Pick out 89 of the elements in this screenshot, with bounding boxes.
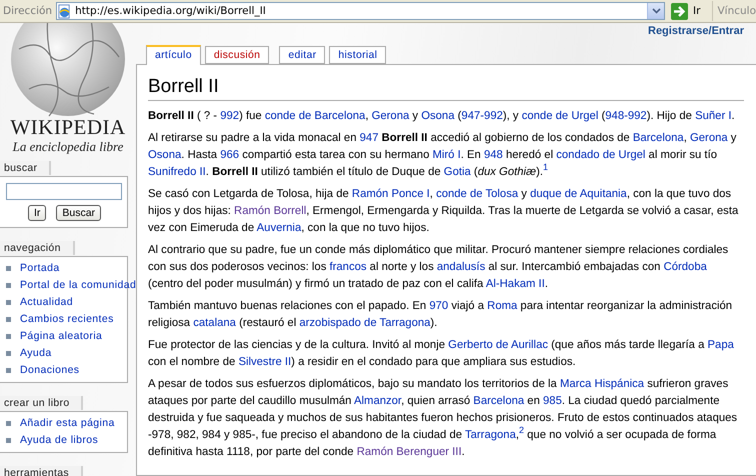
article-link[interactable]: 947 bbox=[360, 132, 378, 144]
bullet-icon bbox=[6, 421, 11, 426]
sidebar-link[interactable]: Ayuda de libros bbox=[20, 433, 98, 448]
article-link[interactable]: Roma bbox=[487, 300, 518, 312]
bullet-icon bbox=[6, 438, 11, 443]
go-button[interactable]: Ir bbox=[669, 1, 714, 21]
article-link[interactable]: Tarragona bbox=[464, 429, 516, 441]
article-link[interactable]: Osona bbox=[148, 149, 182, 161]
footnote-link[interactable]: 2 bbox=[519, 425, 524, 436]
article-link[interactable]: Gerona bbox=[372, 110, 410, 122]
bullet-icon bbox=[6, 334, 11, 339]
page-tab[interactable]: discusión bbox=[204, 46, 270, 64]
sidebar-link[interactable]: Actualidad bbox=[20, 295, 74, 310]
article-link[interactable]: Papa bbox=[708, 339, 734, 351]
article-paragraph: Borrell II ( ? - 992) fue conde de Barcelona, Gerona y Osona (947-992), y conde de Urgel (948-992). Hijo de Suñer I. bbox=[148, 109, 736, 124]
article-paragraph: También mantuvo buenas relaciones con el papado. En 970 viajó a Roma para intentar reorganizar la administración religiosa catalana (restauró el arzobispado de Tarragona). bbox=[148, 299, 734, 331]
article-paragraph: Se casó con Letgarda de Tolosa, hija de Ramón Ponce I, conde de Tolosa y duque de Aquitania, con la que tuvo dos hijos y dos hijas: Ramón Borrell, Ermengol, Ermengarda y Riquilda. Tras la muerte de Letgarda se volvió a casar, esta vez con Eimeruda de Auvernia, con la que no tuvo hijos. bbox=[148, 187, 740, 236]
article-link[interactable]: Sunifredo II bbox=[148, 166, 206, 178]
bullet-icon bbox=[6, 300, 11, 305]
article-link[interactable]: Miró I bbox=[432, 149, 461, 161]
footnote-link[interactable]: 1 bbox=[543, 162, 548, 172]
page-tab[interactable]: editar bbox=[279, 46, 326, 64]
article-link[interactable]: Barcelona bbox=[473, 395, 524, 407]
bullet-icon bbox=[6, 317, 11, 322]
article-link[interactable]: arzobispado de Tarragona bbox=[299, 317, 430, 329]
article-link[interactable]: 970 bbox=[429, 300, 448, 312]
article-link[interactable]: Ramón Ponce I bbox=[352, 188, 430, 200]
article-link[interactable]: Auvernia bbox=[256, 222, 302, 234]
article-link[interactable]: andalusís bbox=[436, 261, 486, 273]
chevron-down-icon bbox=[652, 8, 661, 14]
sidebar-link[interactable]: Ayuda bbox=[20, 346, 52, 361]
article-link[interactable]: Gerberto de Aurillac bbox=[448, 339, 548, 351]
article-link[interactable]: francos bbox=[329, 261, 367, 273]
login-link[interactable]: Registrarse/Entrar bbox=[648, 25, 744, 38]
article-paragraph: Al contrario que su padre, fue un conde más diplomático que militar. Procuró mantener siempre relaciones cordiales con sus dos poderosos vecinos: los francos al norte y los andalusís al sur. Intercambió embajadas con Córdoba (centro del poder musulmán) y firmó un tratado de paz con el califa Al-Hakam II. bbox=[148, 243, 730, 292]
article-link[interactable]: conde de Barcelona bbox=[264, 110, 366, 122]
puzzle-globe-icon bbox=[9, 23, 127, 119]
sidebar-link[interactable]: Portada bbox=[20, 261, 60, 276]
bullet-icon bbox=[6, 351, 11, 356]
article-link[interactable]: Ramón Borrell bbox=[234, 205, 306, 217]
article-link[interactable]: Gerona bbox=[690, 132, 728, 144]
article-link[interactable]: duque de Aquitania bbox=[530, 188, 627, 200]
article-title: Borrell II bbox=[148, 76, 744, 101]
article-link[interactable]: Al-Hakam II bbox=[486, 278, 545, 290]
article-link[interactable]: conde de Tolosa bbox=[436, 188, 518, 200]
bullet-icon bbox=[6, 283, 11, 288]
portlet-heading: herramientas bbox=[0, 466, 83, 476]
dropdown-button[interactable] bbox=[647, 3, 664, 19]
article-link[interactable]: Gotia bbox=[444, 166, 471, 178]
article-link[interactable]: 947-992 bbox=[461, 110, 503, 122]
logo-tagline: La enciclopedia libre bbox=[12, 139, 124, 154]
article-link[interactable]: Barcelona bbox=[632, 132, 684, 144]
article-paragraph: Al retirarse su padre a la vida monacal en 947 Borrell II accedió al gobierno de los condados de Barcelona, Gerona y Osona. Hasta 966 compartió esta tarea con su hermano Miró I. En 948 heredó el condado de Urgel al morir su tío Sunifredo II. Borrell II utilizó también el título de Duque de Gotia (dux Gothiæ).$^{1}$ bbox=[148, 131, 738, 180]
search-field[interactable] bbox=[6, 183, 122, 200]
bullet-icon bbox=[6, 368, 11, 373]
arrow-right-icon bbox=[671, 2, 688, 20]
sidebar-link[interactable]: Portal de la comunidad bbox=[20, 278, 136, 293]
sidebar-link[interactable]: Página aleatoria bbox=[20, 329, 102, 344]
article-link[interactable]: Silvestre II bbox=[238, 356, 292, 368]
article-link[interactable]: 948-992 bbox=[605, 110, 647, 122]
article-link[interactable]: Córdoba bbox=[664, 261, 707, 273]
search-button[interactable]: Buscar bbox=[56, 205, 102, 221]
sidebar-link[interactable]: Añadir esta página bbox=[20, 416, 115, 431]
article-link[interactable]: conde de Urgel bbox=[522, 110, 598, 122]
address-label: Dirección bbox=[3, 5, 52, 17]
search-button[interactable]: Ir bbox=[28, 205, 46, 221]
sidebar-link[interactable]: Cambios recientes bbox=[20, 312, 114, 327]
portlet-heading: crear un libro bbox=[0, 396, 84, 410]
wikipedia-wordmark: WIKIPEDIA bbox=[10, 115, 126, 139]
article-link[interactable]: 985 bbox=[543, 395, 562, 407]
article-paragraph: A pesar de todos sus esfuerzos diplomáticos, bajo su mandato los territorios de la Marca Hispánica sufrieron graves ataques por parte del caudillo musulmán Almanzor, quien arrasó Barcelona en 985. La ciudad quedó parcialmente destruida y fue saqueada y muchos de sus habitantes fueron hechos prisioneros. Fruto de estos continuados ataques -978, 982, 984 y 985-, fue preciso el abandono de la ciudad de Tarragona,$^{2}$ que no volvió a ser ocupada de forma definitiva hasta 1118, por parte del conde Ramón Berenguer III. bbox=[148, 377, 738, 460]
page-icon bbox=[57, 4, 72, 18]
article-link[interactable]: 948 bbox=[484, 149, 503, 161]
article-link[interactable]: catalana bbox=[193, 317, 236, 329]
sidebar-link[interactable]: Donaciones bbox=[20, 363, 80, 378]
article-link[interactable]: Almanzor bbox=[354, 395, 402, 407]
article-link[interactable]: Suñer I bbox=[695, 110, 732, 122]
article-link[interactable]: 966 bbox=[220, 149, 240, 161]
page-tab[interactable]: artículo bbox=[146, 45, 201, 65]
article-paragraph: Fue protector de las ciencias y de la cultura. Invitó al monje Gerberto de Aurillac (que años más tarde llegaría a Papa con el nombre de Silvestre II) a residir en el condado para que ampliara sus estudios. bbox=[148, 338, 735, 370]
address-field[interactable]: http://es.wikipedia.org/wiki/Borrell_II bbox=[56, 2, 666, 20]
article-link[interactable]: 992 bbox=[220, 110, 240, 122]
links-label: Vínculo bbox=[717, 5, 756, 17]
article-link[interactable]: condado de Urgel bbox=[556, 149, 646, 161]
article-link[interactable]: Ramón Berenguer III bbox=[356, 446, 462, 458]
article-link[interactable]: Marca Hispánica bbox=[560, 378, 644, 390]
page-tab[interactable]: historial bbox=[329, 46, 386, 64]
article-link[interactable]: Osona bbox=[421, 110, 455, 122]
bullet-icon bbox=[6, 266, 11, 271]
